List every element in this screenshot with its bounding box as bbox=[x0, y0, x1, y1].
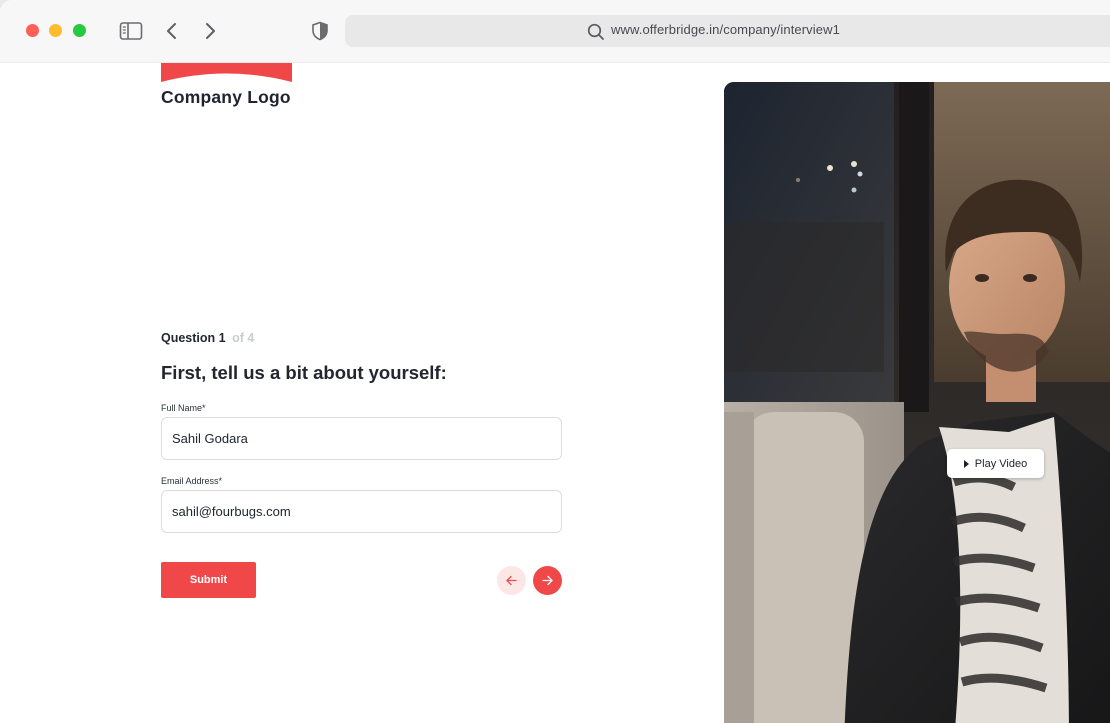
question-counter: Question 1 of 4 bbox=[161, 331, 254, 345]
submit-button[interactable]: Submit bbox=[161, 562, 256, 598]
company-logo-text: Company Logo bbox=[161, 87, 291, 107]
browser-window: www.offerbridge.in/company/interview1 Co… bbox=[0, 0, 1110, 723]
zoom-window-button[interactable] bbox=[73, 24, 86, 37]
shield-icon[interactable] bbox=[308, 18, 332, 44]
full-name-input[interactable] bbox=[161, 417, 562, 460]
full-name-label: Full Name* bbox=[161, 403, 206, 413]
url-text: www.offerbridge.in/company/interview1 bbox=[611, 22, 840, 37]
address-bar[interactable]: www.offerbridge.in/company/interview1 bbox=[345, 15, 1110, 47]
question-current: Question 1 bbox=[161, 331, 226, 345]
play-video-button[interactable]: Play Video bbox=[947, 449, 1044, 478]
search-icon bbox=[586, 22, 606, 42]
minimize-window-button[interactable] bbox=[49, 24, 62, 37]
forward-icon[interactable] bbox=[198, 18, 222, 44]
question-total: of 4 bbox=[232, 331, 255, 345]
arrow-right-icon bbox=[542, 575, 553, 586]
previous-question-button[interactable] bbox=[497, 566, 526, 595]
interviewer-video-frame bbox=[724, 82, 1110, 723]
close-window-button[interactable] bbox=[26, 24, 39, 37]
play-video-label: Play Video bbox=[974, 457, 1028, 470]
back-icon[interactable] bbox=[160, 18, 184, 44]
interviewer-video[interactable] bbox=[724, 82, 1110, 723]
email-input[interactable] bbox=[161, 490, 562, 533]
play-icon bbox=[963, 459, 969, 468]
email-label: Email Address* bbox=[161, 476, 223, 486]
browser-toolbar: www.offerbridge.in/company/interview1 bbox=[0, 0, 1110, 63]
question-title: First, tell us a bit about yourself: bbox=[161, 362, 447, 383]
next-question-button[interactable] bbox=[533, 566, 562, 595]
company-logo-shape bbox=[161, 63, 292, 82]
arrow-left-icon bbox=[506, 575, 517, 586]
sidebar-icon[interactable] bbox=[118, 18, 144, 44]
